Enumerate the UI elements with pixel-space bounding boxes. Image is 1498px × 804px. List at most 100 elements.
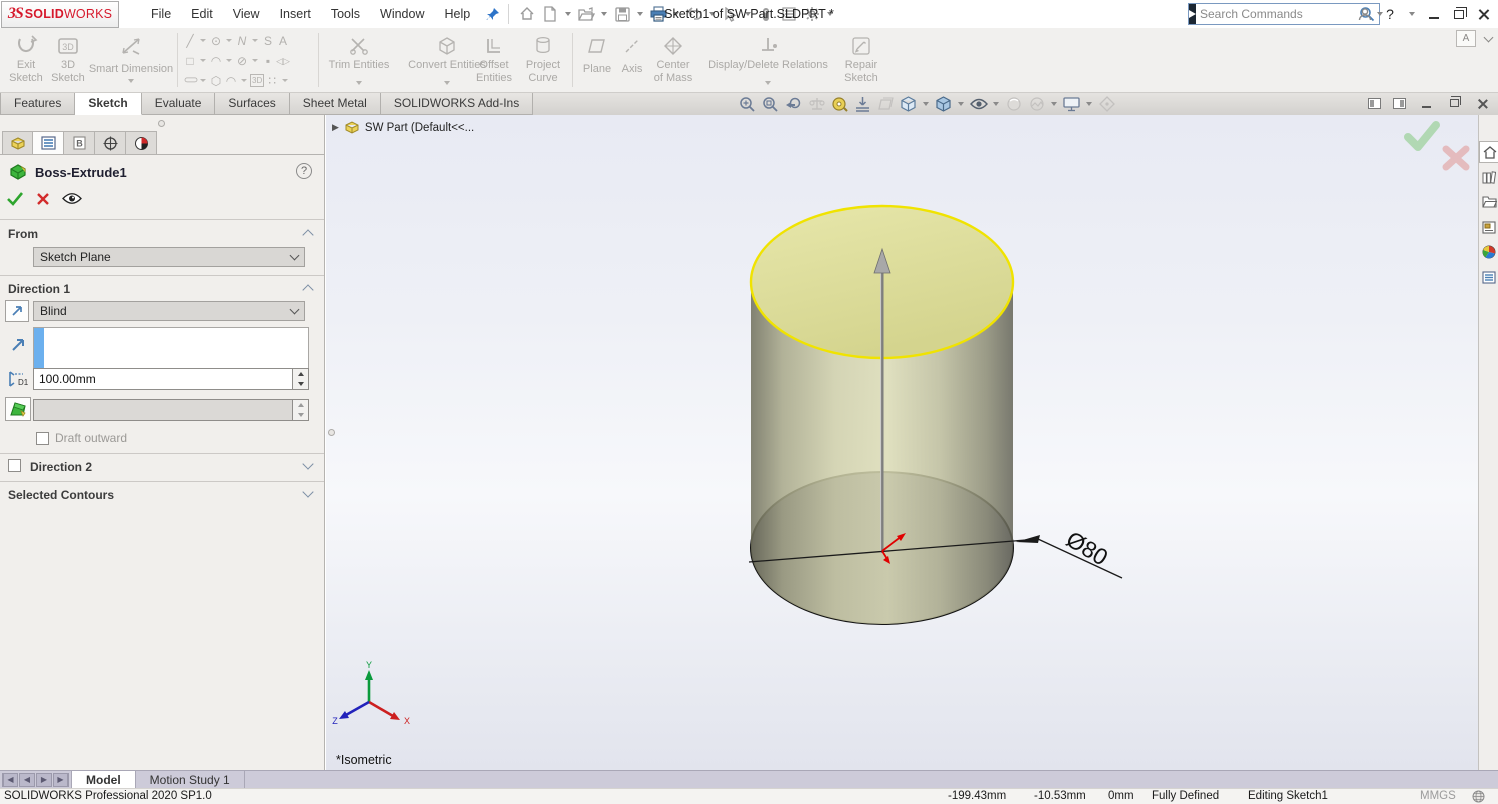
exit-sketch-button[interactable]: Exit Sketch (6, 31, 46, 89)
sketch-text-tool-icon[interactable]: A (276, 33, 290, 49)
open-dropdown-caret[interactable] (601, 12, 607, 16)
3d-drawing-view-icon[interactable] (876, 95, 895, 114)
propertymanager-tab[interactable] (33, 131, 64, 155)
menu-insert[interactable]: Insert (270, 0, 321, 28)
menu-window[interactable]: Window (370, 0, 434, 28)
rotate-view-icon[interactable] (1097, 95, 1116, 114)
ok-button[interactable] (6, 191, 24, 206)
graphics-viewport[interactable]: ▶ SW Part (Default<<... (326, 115, 1478, 770)
repair-sketch-button[interactable]: Repair Sketch (838, 31, 884, 89)
design-library-icon[interactable] (1479, 166, 1498, 188)
tab-solidworks-addins[interactable]: SOLIDWORKS Add-Ins (381, 93, 533, 115)
trim-entities-button[interactable]: Trim Entities (322, 31, 396, 89)
slot-caret[interactable] (200, 79, 206, 82)
smart-dimension-button[interactable]: Smart Dimension (88, 31, 174, 89)
direction-reference-selection-box[interactable] (33, 327, 309, 373)
collapse-ribbon-chevron-icon[interactable] (1484, 33, 1494, 43)
section-view-icon[interactable] (853, 95, 872, 114)
view-orientation-caret[interactable] (923, 102, 929, 106)
draft-button[interactable] (5, 397, 31, 421)
units-selector[interactable]: MMGS (1420, 789, 1456, 804)
save-dropdown-caret[interactable] (637, 12, 643, 16)
tab-surfaces[interactable]: Surfaces (215, 93, 289, 115)
preview-eye-button[interactable] (62, 192, 82, 205)
minimize-button[interactable] (1426, 6, 1442, 22)
restore-button[interactable] (1451, 6, 1467, 22)
slot-tool-icon[interactable]: ⊂⊃ (183, 73, 197, 89)
spline-caret[interactable] (252, 39, 258, 42)
previous-tab-button[interactable]: ◀ (19, 773, 35, 787)
featuremanager-tab[interactable] (2, 131, 33, 155)
cancel-button[interactable] (36, 192, 50, 206)
help-dropdown-caret[interactable] (1409, 12, 1415, 16)
section-from-collapse-chevron[interactable] (302, 229, 313, 240)
menu-tools[interactable]: Tools (321, 0, 370, 28)
draft-angle-input[interactable] (33, 399, 292, 421)
pattern-caret[interactable] (282, 79, 288, 82)
new-document-icon[interactable] (540, 4, 560, 24)
diameter-dimension[interactable]: Ø80 (1016, 526, 1122, 578)
doc-minimize-button[interactable] (1418, 95, 1434, 111)
units-caret-icon[interactable] (1456, 794, 1462, 804)
dimxpertmanager-tab[interactable] (95, 131, 126, 155)
appearances-icon[interactable] (1479, 241, 1498, 263)
line-caret[interactable] (200, 39, 206, 42)
zoom-to-selection-icon[interactable] (807, 95, 826, 114)
model-canvas[interactable]: Ø80 (326, 115, 1478, 770)
doc-close-button[interactable] (1474, 95, 1490, 111)
depth-input[interactable] (33, 368, 292, 390)
offset-entities-button[interactable]: Offset Entities (468, 31, 520, 89)
plane-button[interactable]: Plane (578, 31, 616, 89)
3d-sketch-button[interactable]: 3D 3D Sketch (48, 31, 88, 89)
view-settings-caret[interactable] (1086, 102, 1092, 106)
draft-angle-spinner[interactable] (292, 399, 309, 421)
end-condition-dropdown[interactable]: Blind (33, 301, 305, 321)
arc-caret[interactable] (226, 59, 232, 62)
smart-dimension-caret[interactable] (128, 79, 134, 83)
previous-view-icon[interactable] (784, 95, 803, 114)
style-spline-tool-icon[interactable]: S (261, 33, 275, 49)
edit-appearance-icon[interactable] (1004, 95, 1023, 114)
save-icon[interactable] (612, 4, 632, 24)
view-settings-icon[interactable] (1062, 95, 1081, 114)
model-tab[interactable]: Model (71, 771, 136, 788)
hide-show-items-caret[interactable] (993, 102, 999, 106)
rectangle-tool-icon[interactable]: □ (183, 53, 197, 69)
home-icon[interactable] (517, 4, 537, 24)
file-explorer-icon[interactable] (1479, 191, 1498, 213)
direction2-checkbox[interactable] (8, 459, 21, 472)
convert-entities-caret[interactable] (444, 81, 450, 85)
3d-convert-icon[interactable]: 3D (250, 74, 264, 87)
apply-scene-caret[interactable] (1051, 102, 1057, 106)
tab-features[interactable]: Features (0, 93, 75, 115)
apply-scene-icon[interactable] (1027, 95, 1046, 114)
circle-tool-icon[interactable]: ⊙ (209, 33, 223, 49)
tab-sketch[interactable]: Sketch (75, 93, 141, 115)
new-dropdown-caret[interactable] (565, 12, 571, 16)
configurationmanager-tab[interactable]: B (64, 131, 95, 155)
fillet-caret[interactable] (241, 79, 247, 82)
display-delete-relations-caret[interactable] (765, 81, 771, 85)
section-selected-contours-expand-chevron[interactable] (302, 486, 313, 497)
dimension-text[interactable]: Ø80 (1062, 526, 1113, 571)
search-commands-box[interactable] (1188, 3, 1380, 25)
line-tool-icon[interactable]: ╱ (183, 33, 197, 49)
tab-sheet-metal[interactable]: Sheet Metal (290, 93, 381, 115)
ellipse-caret[interactable] (252, 59, 258, 62)
hide-show-items-icon[interactable] (969, 95, 988, 114)
view-palette-icon[interactable] (1479, 216, 1498, 238)
point-tool-icon[interactable]: ▪ (261, 53, 275, 69)
next-document-icon[interactable] (1393, 98, 1406, 109)
previous-document-icon[interactable] (1368, 98, 1381, 109)
arc-tool-icon[interactable]: ◠ (209, 53, 223, 69)
help-circle-icon[interactable]: ? (296, 163, 312, 179)
mirror-entities-icon[interactable]: ◁▷ (276, 53, 290, 69)
ellipse-tool-icon[interactable]: ⊘ (235, 53, 249, 69)
pin-menu-icon[interactable] (486, 7, 500, 21)
panel-splitter-handle[interactable] (158, 120, 165, 127)
draft-outward-checkbox[interactable] (36, 432, 49, 445)
menu-edit[interactable]: Edit (181, 0, 223, 28)
style-toolbar-icon[interactable]: A (1456, 30, 1476, 47)
menu-view[interactable]: View (223, 0, 270, 28)
next-tab-button[interactable]: ▶ (36, 773, 52, 787)
